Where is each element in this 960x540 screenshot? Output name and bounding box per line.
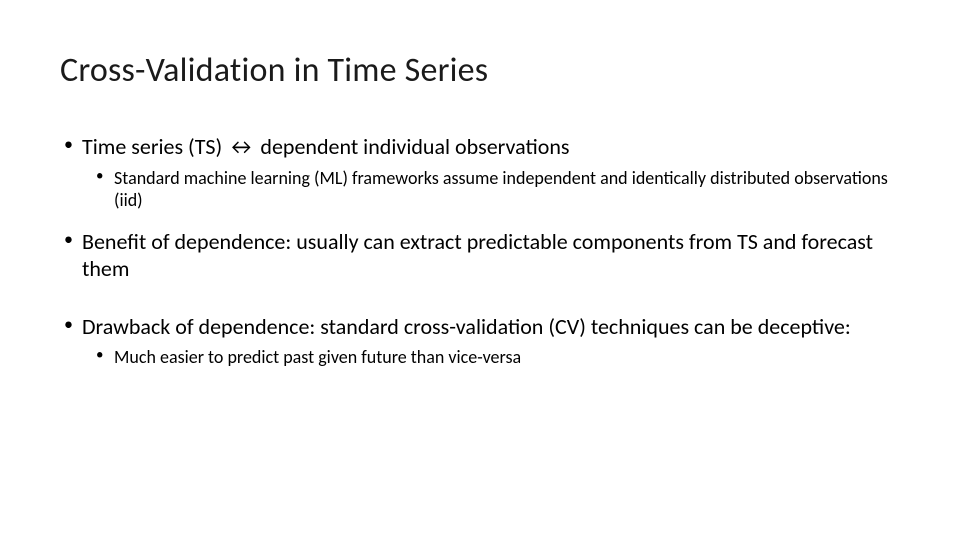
bullet-list-level2: Much easier to predict past given future… bbox=[82, 346, 900, 369]
bullet-text: Benefit of dependence: usually can extra… bbox=[82, 228, 873, 283]
bullet-list-level2: Standard machine learning (ML) framework… bbox=[82, 167, 900, 212]
spacer bbox=[60, 299, 900, 313]
bullet-text: Time series (TS) ↔ dependent individual … bbox=[82, 133, 570, 160]
list-item: Benefit of dependence: usually can extra… bbox=[82, 228, 900, 283]
bullet-list-level1: Time series (TS) ↔ dependent individual … bbox=[60, 133, 900, 283]
bullet-list-level1: Drawback of dependence: standard cross-v… bbox=[60, 313, 900, 369]
bullet-text: Much easier to predict past given future… bbox=[114, 346, 521, 368]
list-item: Standard machine learning (ML) framework… bbox=[114, 167, 900, 212]
list-item: Drawback of dependence: standard cross-v… bbox=[82, 313, 900, 369]
slide-title: Cross-Validation in Time Series bbox=[60, 50, 900, 91]
list-item: Much easier to predict past given future… bbox=[114, 346, 900, 369]
bullet-text: Standard machine learning (ML) framework… bbox=[114, 167, 888, 212]
list-item: Time series (TS) ↔ dependent individual … bbox=[82, 133, 900, 212]
bullet-text: Drawback of dependence: standard cross-v… bbox=[82, 313, 851, 340]
